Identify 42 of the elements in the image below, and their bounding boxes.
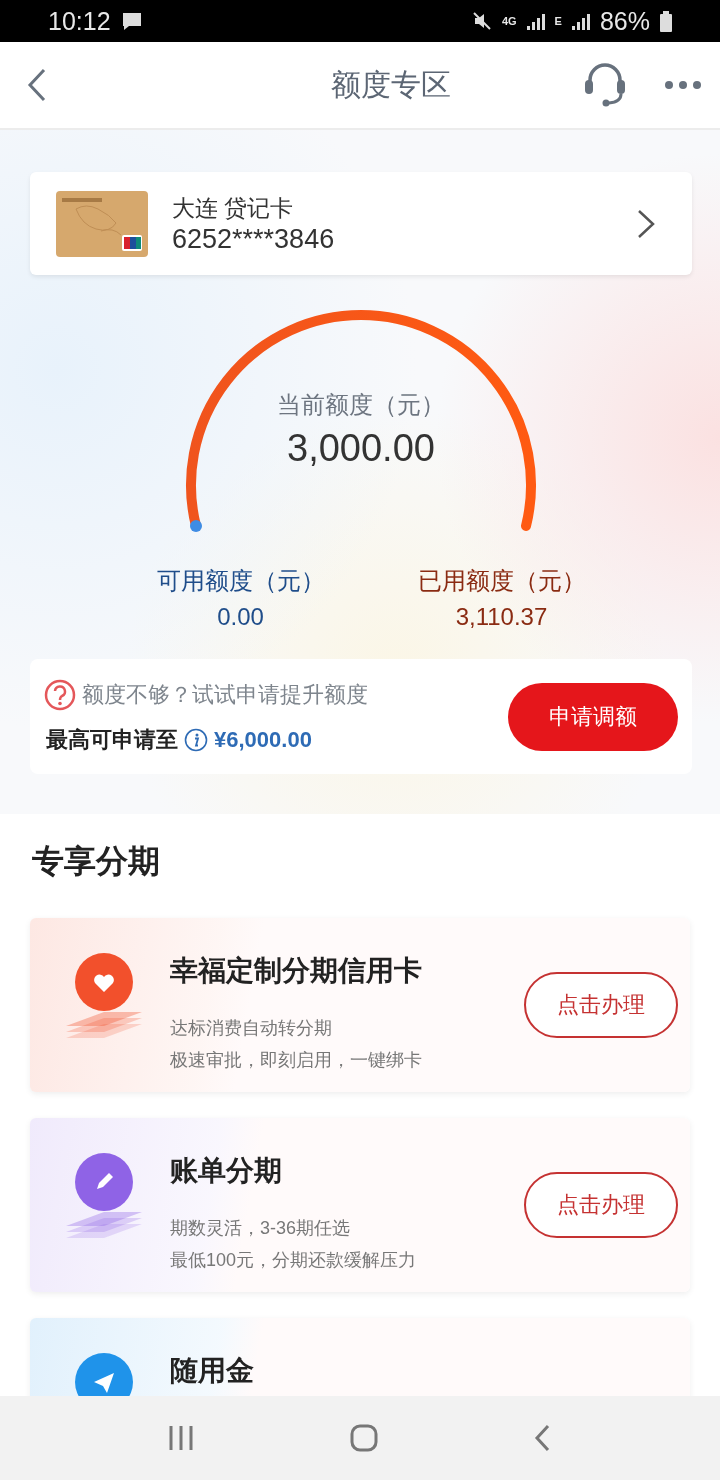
back-icon[interactable] [534, 1424, 552, 1452]
info-icon[interactable] [184, 727, 208, 752]
apply-button[interactable]: 点击办理 [524, 1172, 678, 1238]
card-number: 6252****3846 [172, 223, 336, 255]
product-title: 幸福定制分期信用卡 [170, 954, 423, 988]
max-limit-amount: ¥6,000.00 [214, 726, 312, 753]
page-title: 额度专区 [331, 66, 451, 103]
product-description: 极速审批，即刻启用，一键绑卡 [170, 1049, 423, 1072]
raise-prompt: 额度不够？试试申请提升额度 [82, 680, 368, 709]
limit-label: 当前额度（元） [277, 390, 445, 420]
max-limit-label: 最高可申请至 [46, 725, 178, 754]
used-label: 已用额度（元） [417, 566, 586, 596]
mute-icon [471, 11, 492, 31]
home-icon[interactable] [350, 1424, 378, 1452]
signal-icon [526, 12, 545, 30]
limit-amount: 3,000.00 [287, 427, 435, 470]
product-description: 最低100元，分期还款缓解压力 [170, 1249, 418, 1272]
available-label: 可用额度（元） [156, 566, 325, 596]
used-amount: 3,110.37 [455, 603, 548, 631]
network-type: E [554, 15, 562, 27]
product-title: 随用金 [170, 1354, 255, 1388]
message-icon [120, 11, 143, 31]
help-icon [44, 678, 76, 711]
back-icon[interactable] [26, 67, 48, 103]
signal-icon [571, 12, 590, 30]
available-amount: 0.00 [217, 603, 264, 631]
battery-icon [660, 10, 672, 32]
card-name: 大连 贷记卡 [172, 193, 295, 223]
battery-level: 86% [599, 6, 650, 36]
more-icon[interactable] [664, 80, 702, 90]
recent-apps-icon[interactable] [168, 1424, 194, 1452]
section-title: 专享分期 [31, 842, 161, 881]
apply-button[interactable]: 申请调额 [508, 682, 678, 751]
apply-button[interactable]: 点击办理 [524, 972, 678, 1038]
product-description: 期数灵活，3-36期任选 [170, 1217, 352, 1240]
headset-icon[interactable] [584, 62, 628, 108]
product-description: 达标消费自动转分期 [170, 1017, 333, 1040]
chevron-right-icon [636, 207, 656, 240]
account-card[interactable]: 大连 贷记卡 6252****3846 [30, 172, 692, 275]
clock-time: 10:12 [48, 6, 111, 36]
product-title: 账单分期 [170, 1154, 283, 1188]
network-type: 4G [501, 15, 517, 27]
